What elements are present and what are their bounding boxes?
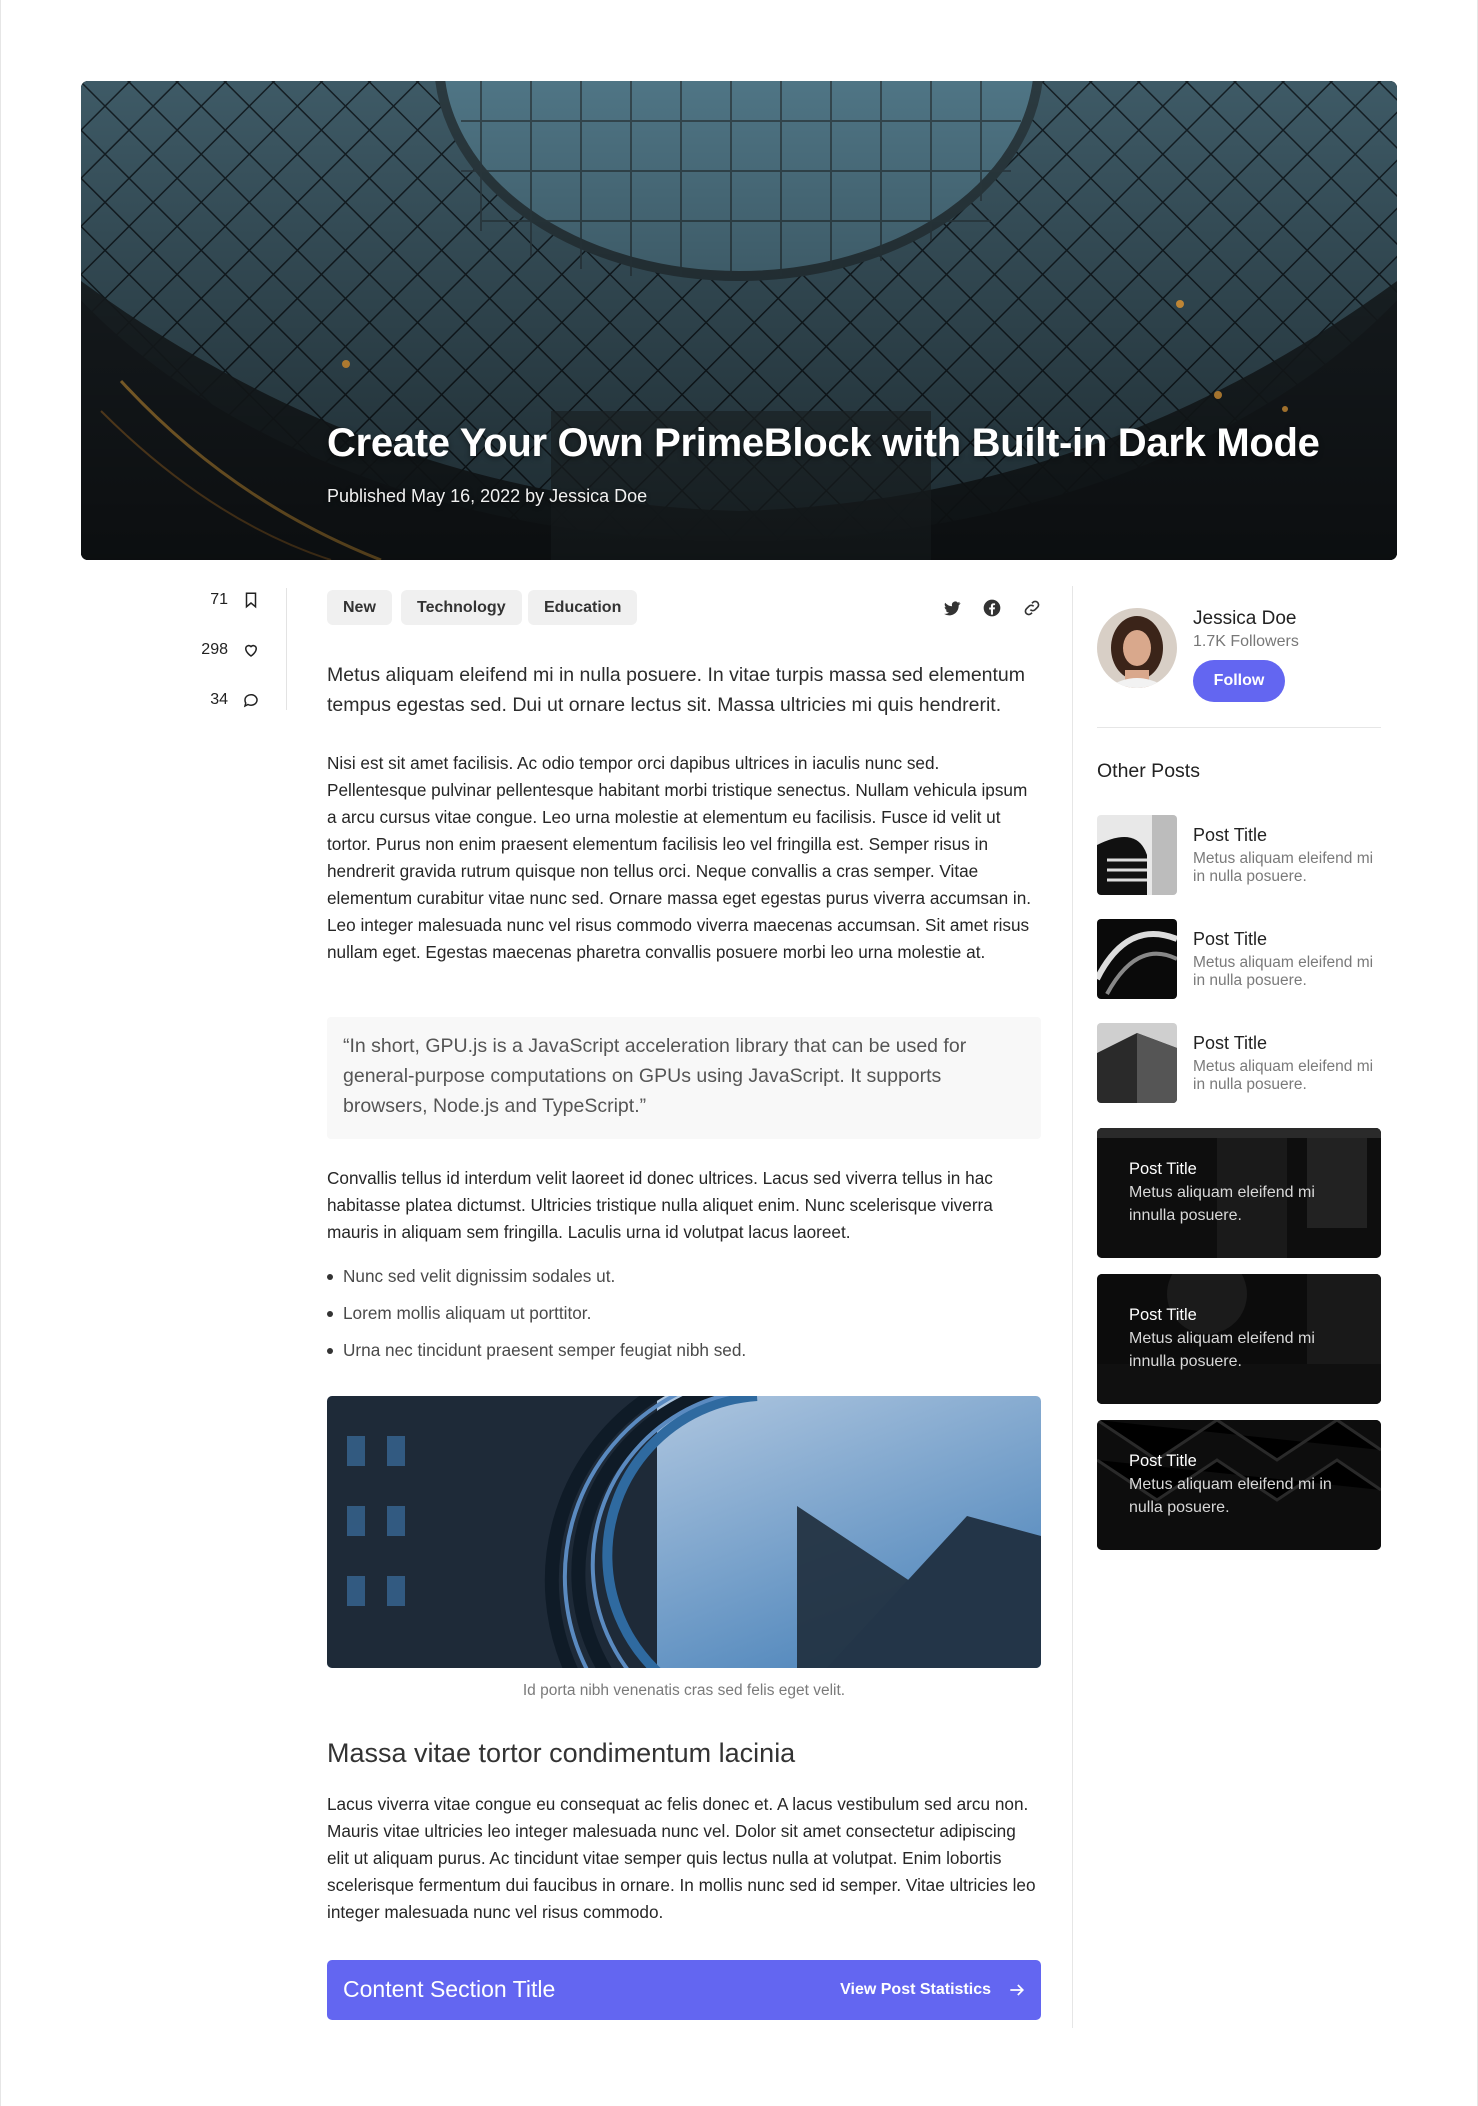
- card-title: Post Title: [1129, 1452, 1197, 1470]
- tag-technology[interactable]: Technology: [401, 590, 522, 625]
- comment-icon[interactable]: [242, 691, 260, 709]
- tag-education[interactable]: Education: [528, 590, 638, 625]
- avatar[interactable]: [1097, 608, 1177, 688]
- article-paragraph: Convallis tellus id interdum velit laore…: [327, 1168, 993, 1242]
- stat-comments[interactable]: 34: [150, 688, 260, 712]
- list-item: Nunc sed velit dignissim sodales ut.: [327, 1266, 1041, 1286]
- list-item: Urna nec tincidunt praesent semper feugi…: [327, 1340, 1041, 1360]
- stat-bookmarks[interactable]: 71: [150, 588, 260, 612]
- comment-count: 34: [210, 691, 228, 708]
- post-card[interactable]: Post Title Metus aliquam eleifend mi inn…: [1097, 1274, 1381, 1404]
- article-lead: Metus aliquam eleifend mi in nulla posue…: [327, 664, 1026, 716]
- article-image: [327, 1396, 1041, 1668]
- list-item[interactable]: Post Title Metus aliquam eleifend mi in …: [1097, 919, 1381, 999]
- hero-banner: Create Your Own PrimeBlock with Built-in…: [81, 81, 1397, 560]
- arrow-right-icon[interactable]: [1007, 1980, 1027, 2000]
- section-heading: Massa vitae tortor condimentum lacinia: [327, 1738, 796, 1768]
- list-item: Lorem mollis aliquam ut porttitor.: [327, 1303, 1041, 1323]
- list-item[interactable]: Post Title Metus aliquam eleifend mi in …: [1097, 815, 1381, 895]
- tags-row: New Technology Education: [327, 590, 1041, 626]
- post-excerpt: Metus aliquam eleifend mi in nulla posue…: [1193, 954, 1374, 989]
- card-title: Post Title: [1129, 1160, 1197, 1178]
- bookmark-icon[interactable]: [242, 591, 260, 609]
- tag-new[interactable]: New: [327, 590, 392, 625]
- follow-button[interactable]: Follow: [1193, 660, 1285, 702]
- link-icon[interactable]: [1022, 598, 1042, 618]
- bullet-list: Nunc sed velit dignissim sodales ut. Lor…: [327, 1266, 1041, 1377]
- author-name: Jessica Doe: [1193, 608, 1297, 629]
- post-title: Post Title: [1193, 825, 1268, 845]
- like-count: 298: [201, 641, 228, 658]
- card-title: Post Title: [1129, 1306, 1197, 1324]
- list-item[interactable]: Post Title Metus aliquam eleifend mi in …: [1097, 1023, 1381, 1103]
- sidebar-divider: [1072, 586, 1073, 2028]
- view-post-statistics-link[interactable]: View Post Statistics: [840, 1981, 991, 1999]
- post-excerpt: Metus aliquam eleifend mi in nulla posue…: [1193, 1058, 1374, 1093]
- content-section-bar: Content Section Title View Post Statisti…: [327, 1960, 1041, 2020]
- stats-divider: [286, 588, 287, 710]
- bookmark-count: 71: [210, 591, 228, 608]
- card-excerpt: Metus aliquam eleifend mi in nulla posue…: [1129, 1476, 1332, 1516]
- other-posts-title: Other Posts: [1097, 760, 1200, 782]
- post-thumbnail: [1097, 815, 1177, 895]
- hero-title: Create Your Own PrimeBlock with Built-in…: [327, 421, 1320, 465]
- post-card[interactable]: Post Title Metus aliquam eleifend mi inn…: [1097, 1128, 1381, 1258]
- post-stats: 71 298 34: [150, 588, 260, 738]
- image-caption: Id porta nibh venenatis cras sed felis e…: [522, 1682, 846, 1699]
- article-paragraph: Nisi est sit amet facilisis. Ac odio tem…: [327, 753, 1032, 962]
- stat-likes[interactable]: 298: [150, 638, 260, 662]
- blockquote: “In short, GPU.js is a JavaScript accele…: [327, 1017, 1041, 1139]
- heart-icon[interactable]: [242, 641, 260, 659]
- post-title: Post Title: [1193, 1033, 1268, 1053]
- hero-published-meta: Published May 16, 2022 by Jessica Doe: [327, 486, 648, 506]
- post-thumbnail: [1097, 1023, 1177, 1103]
- post-thumbnail: [1097, 919, 1177, 999]
- content-section-title: Content Section Title: [343, 1976, 556, 2002]
- card-excerpt: Metus aliquam eleifend mi innulla posuer…: [1129, 1330, 1315, 1370]
- post-excerpt: Metus aliquam eleifend mi in nulla posue…: [1193, 850, 1374, 885]
- author-followers: 1.7K Followers: [1193, 633, 1299, 650]
- post-card[interactable]: Post Title Metus aliquam eleifend mi in …: [1097, 1420, 1381, 1550]
- article-main: New Technology Education Metus aliquam e…: [327, 590, 1041, 2020]
- twitter-icon[interactable]: [942, 598, 962, 618]
- sidebar-divider-horizontal: [1097, 727, 1381, 728]
- post-title: Post Title: [1193, 929, 1268, 949]
- card-excerpt: Metus aliquam eleifend mi innulla posuer…: [1129, 1184, 1315, 1224]
- hero-image: [81, 81, 1397, 560]
- facebook-icon[interactable]: [982, 598, 1002, 618]
- article-paragraph: Lacus viverra vitae congue eu consequat …: [327, 1794, 1036, 1922]
